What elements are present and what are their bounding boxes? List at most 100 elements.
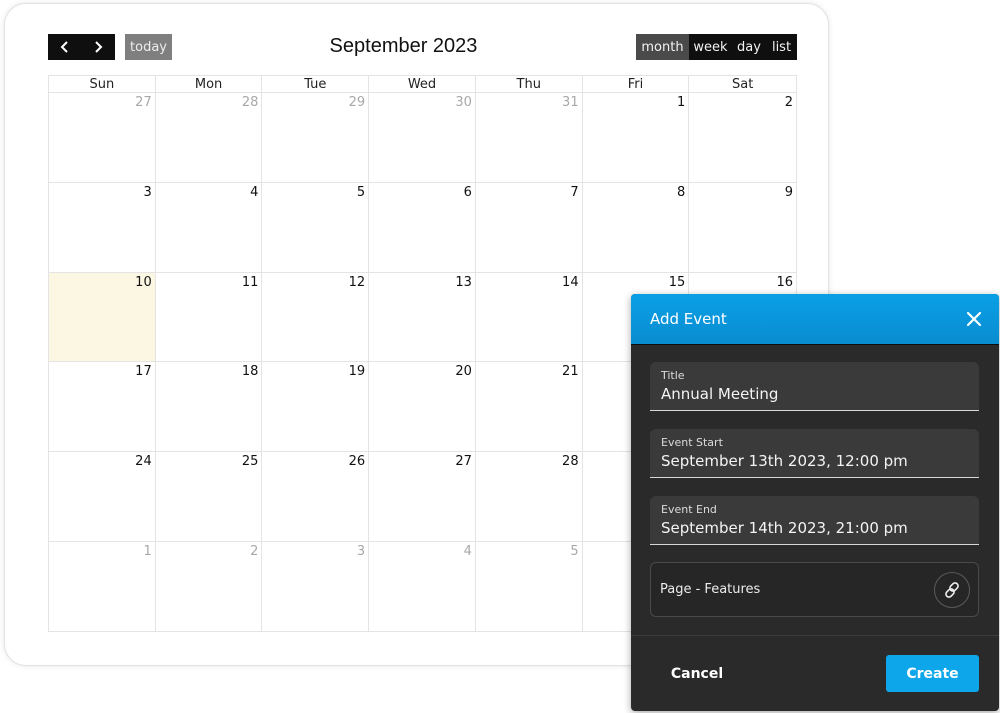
event-end-field[interactable]: Event End September 14th 2023, 21:00 pm (650, 496, 979, 545)
day-number: 21 (562, 364, 579, 380)
day-number: 18 (241, 364, 259, 380)
day-cell[interactable]: 21 (476, 362, 583, 452)
day-cell[interactable]: 9 (689, 183, 796, 272)
day-number: 10 (135, 274, 152, 290)
view-switcher: month week day list (636, 34, 797, 60)
close-icon (966, 311, 982, 327)
day-number: 6 (463, 184, 472, 200)
calendar-title: September 2023 (329, 35, 478, 57)
day-cell[interactable]: 18 (156, 362, 263, 452)
title-field-label: Title (661, 369, 685, 382)
day-cell[interactable]: 27 (49, 93, 156, 182)
day-cell[interactable]: 3 (49, 182, 156, 272)
day-cell[interactable]: 7 (476, 182, 583, 272)
day-number: 2 (784, 95, 794, 110)
link-icon (945, 582, 959, 598)
day-cell[interactable]: 27 (369, 452, 476, 542)
event-end-label: Event End (661, 503, 717, 516)
day-number: 1 (677, 95, 686, 110)
weekday-sat: Sat (732, 77, 754, 92)
day-cell[interactable]: 14 (476, 272, 583, 362)
day-cell[interactable]: 4 (156, 182, 263, 272)
day-cell[interactable]: 11 (156, 272, 263, 362)
weekday-thu: Thu (476, 76, 583, 92)
day-cell[interactable]: 10 (49, 272, 156, 362)
event-start-label: Event Start (661, 436, 723, 449)
page-link-field[interactable]: Page - Features (650, 562, 979, 617)
day-number: 12 (348, 274, 366, 290)
link-button[interactable] (934, 572, 970, 608)
close-button[interactable] (965, 310, 983, 328)
chevron-right-icon (94, 41, 102, 53)
day-cell[interactable]: 5 (262, 182, 370, 272)
day-cell[interactable]: 29 (262, 93, 370, 182)
day-cell[interactable]: 30 (369, 93, 476, 182)
create-button[interactable]: Create (886, 655, 979, 692)
day-number: 2 (250, 544, 259, 560)
day-cell[interactable]: 3 (262, 542, 370, 632)
week-row: 3 4 5 6 7 8 9 (49, 182, 796, 273)
today-button[interactable]: today (125, 34, 172, 60)
view-list-button[interactable]: list (766, 34, 797, 60)
day-cell[interactable]: 5 (476, 542, 583, 632)
view-week-button[interactable]: week (689, 34, 732, 60)
event-end-value[interactable]: September 14th 2023, 21:00 pm (661, 519, 968, 537)
day-cell[interactable]: 28 (156, 93, 263, 182)
day-number: 13 (455, 274, 472, 290)
page-link-label: Page - Features (660, 582, 761, 597)
day-cell[interactable]: 12 (262, 272, 370, 362)
weekday-header: Sun Mon Tue Wed Thu Fri Sat (49, 76, 796, 93)
day-number: 20 (455, 364, 472, 380)
day-cell[interactable]: 28 (476, 452, 583, 542)
day-number: 3 (143, 184, 152, 200)
title-field-value[interactable]: Annual Meeting (661, 385, 968, 403)
day-number: 11 (241, 274, 259, 290)
event-start-field[interactable]: Event Start September 13th 2023, 12:00 p… (650, 429, 979, 478)
day-cell[interactable]: 1 (49, 542, 156, 632)
day-cell[interactable]: 6 (369, 182, 476, 272)
day-number: 7 (570, 184, 579, 200)
day-cell[interactable]: 8 (583, 182, 690, 272)
day-cell[interactable]: 1 (583, 93, 690, 182)
day-number: 14 (562, 274, 579, 290)
day-number: 28 (562, 454, 579, 470)
day-number: 4 (250, 184, 259, 200)
day-number: 1 (143, 544, 152, 560)
day-number: 31 (562, 95, 579, 110)
day-cell[interactable]: 19 (262, 362, 370, 452)
day-cell[interactable]: 2 (156, 542, 263, 632)
day-cell[interactable]: 24 (49, 452, 156, 542)
day-cell[interactable]: 2 (689, 93, 796, 182)
add-event-dialog: Add Event Title Annual Meeting Event Sta… (631, 294, 999, 711)
day-cell[interactable]: 31 (476, 93, 583, 182)
weekday-tue: Tue (262, 76, 370, 92)
title-field[interactable]: Title Annual Meeting (650, 362, 979, 411)
day-number: 4 (463, 544, 472, 560)
day-number: 9 (784, 184, 794, 200)
dialog-divider (631, 635, 999, 636)
weekday-sun: Sun (49, 76, 156, 92)
day-number: 26 (348, 454, 366, 470)
next-month-button[interactable] (81, 34, 114, 60)
cancel-button[interactable]: Cancel (662, 656, 732, 692)
day-cell[interactable]: 4 (369, 542, 476, 632)
event-start-value[interactable]: September 13th 2023, 12:00 pm (661, 452, 968, 470)
day-number: 15 (668, 274, 686, 290)
day-cell[interactable]: 13 (369, 272, 476, 362)
dialog-body: Title Annual Meeting Event Start Septemb… (631, 345, 999, 617)
day-number: 27 (455, 454, 472, 470)
day-number: 27 (135, 95, 152, 110)
nav-button-group (48, 34, 115, 60)
day-cell[interactable]: 17 (49, 362, 156, 452)
dialog-header: Add Event (631, 294, 999, 345)
day-number: 29 (348, 95, 366, 110)
day-number: 16 (776, 274, 794, 290)
view-month-button[interactable]: month (636, 34, 689, 60)
day-number: 5 (570, 544, 579, 560)
prev-month-button[interactable] (48, 34, 81, 60)
day-number: 8 (677, 184, 686, 200)
view-day-button[interactable]: day (732, 34, 766, 60)
day-cell[interactable]: 20 (369, 362, 476, 452)
day-cell[interactable]: 25 (156, 452, 263, 542)
day-cell[interactable]: 26 (262, 452, 370, 542)
